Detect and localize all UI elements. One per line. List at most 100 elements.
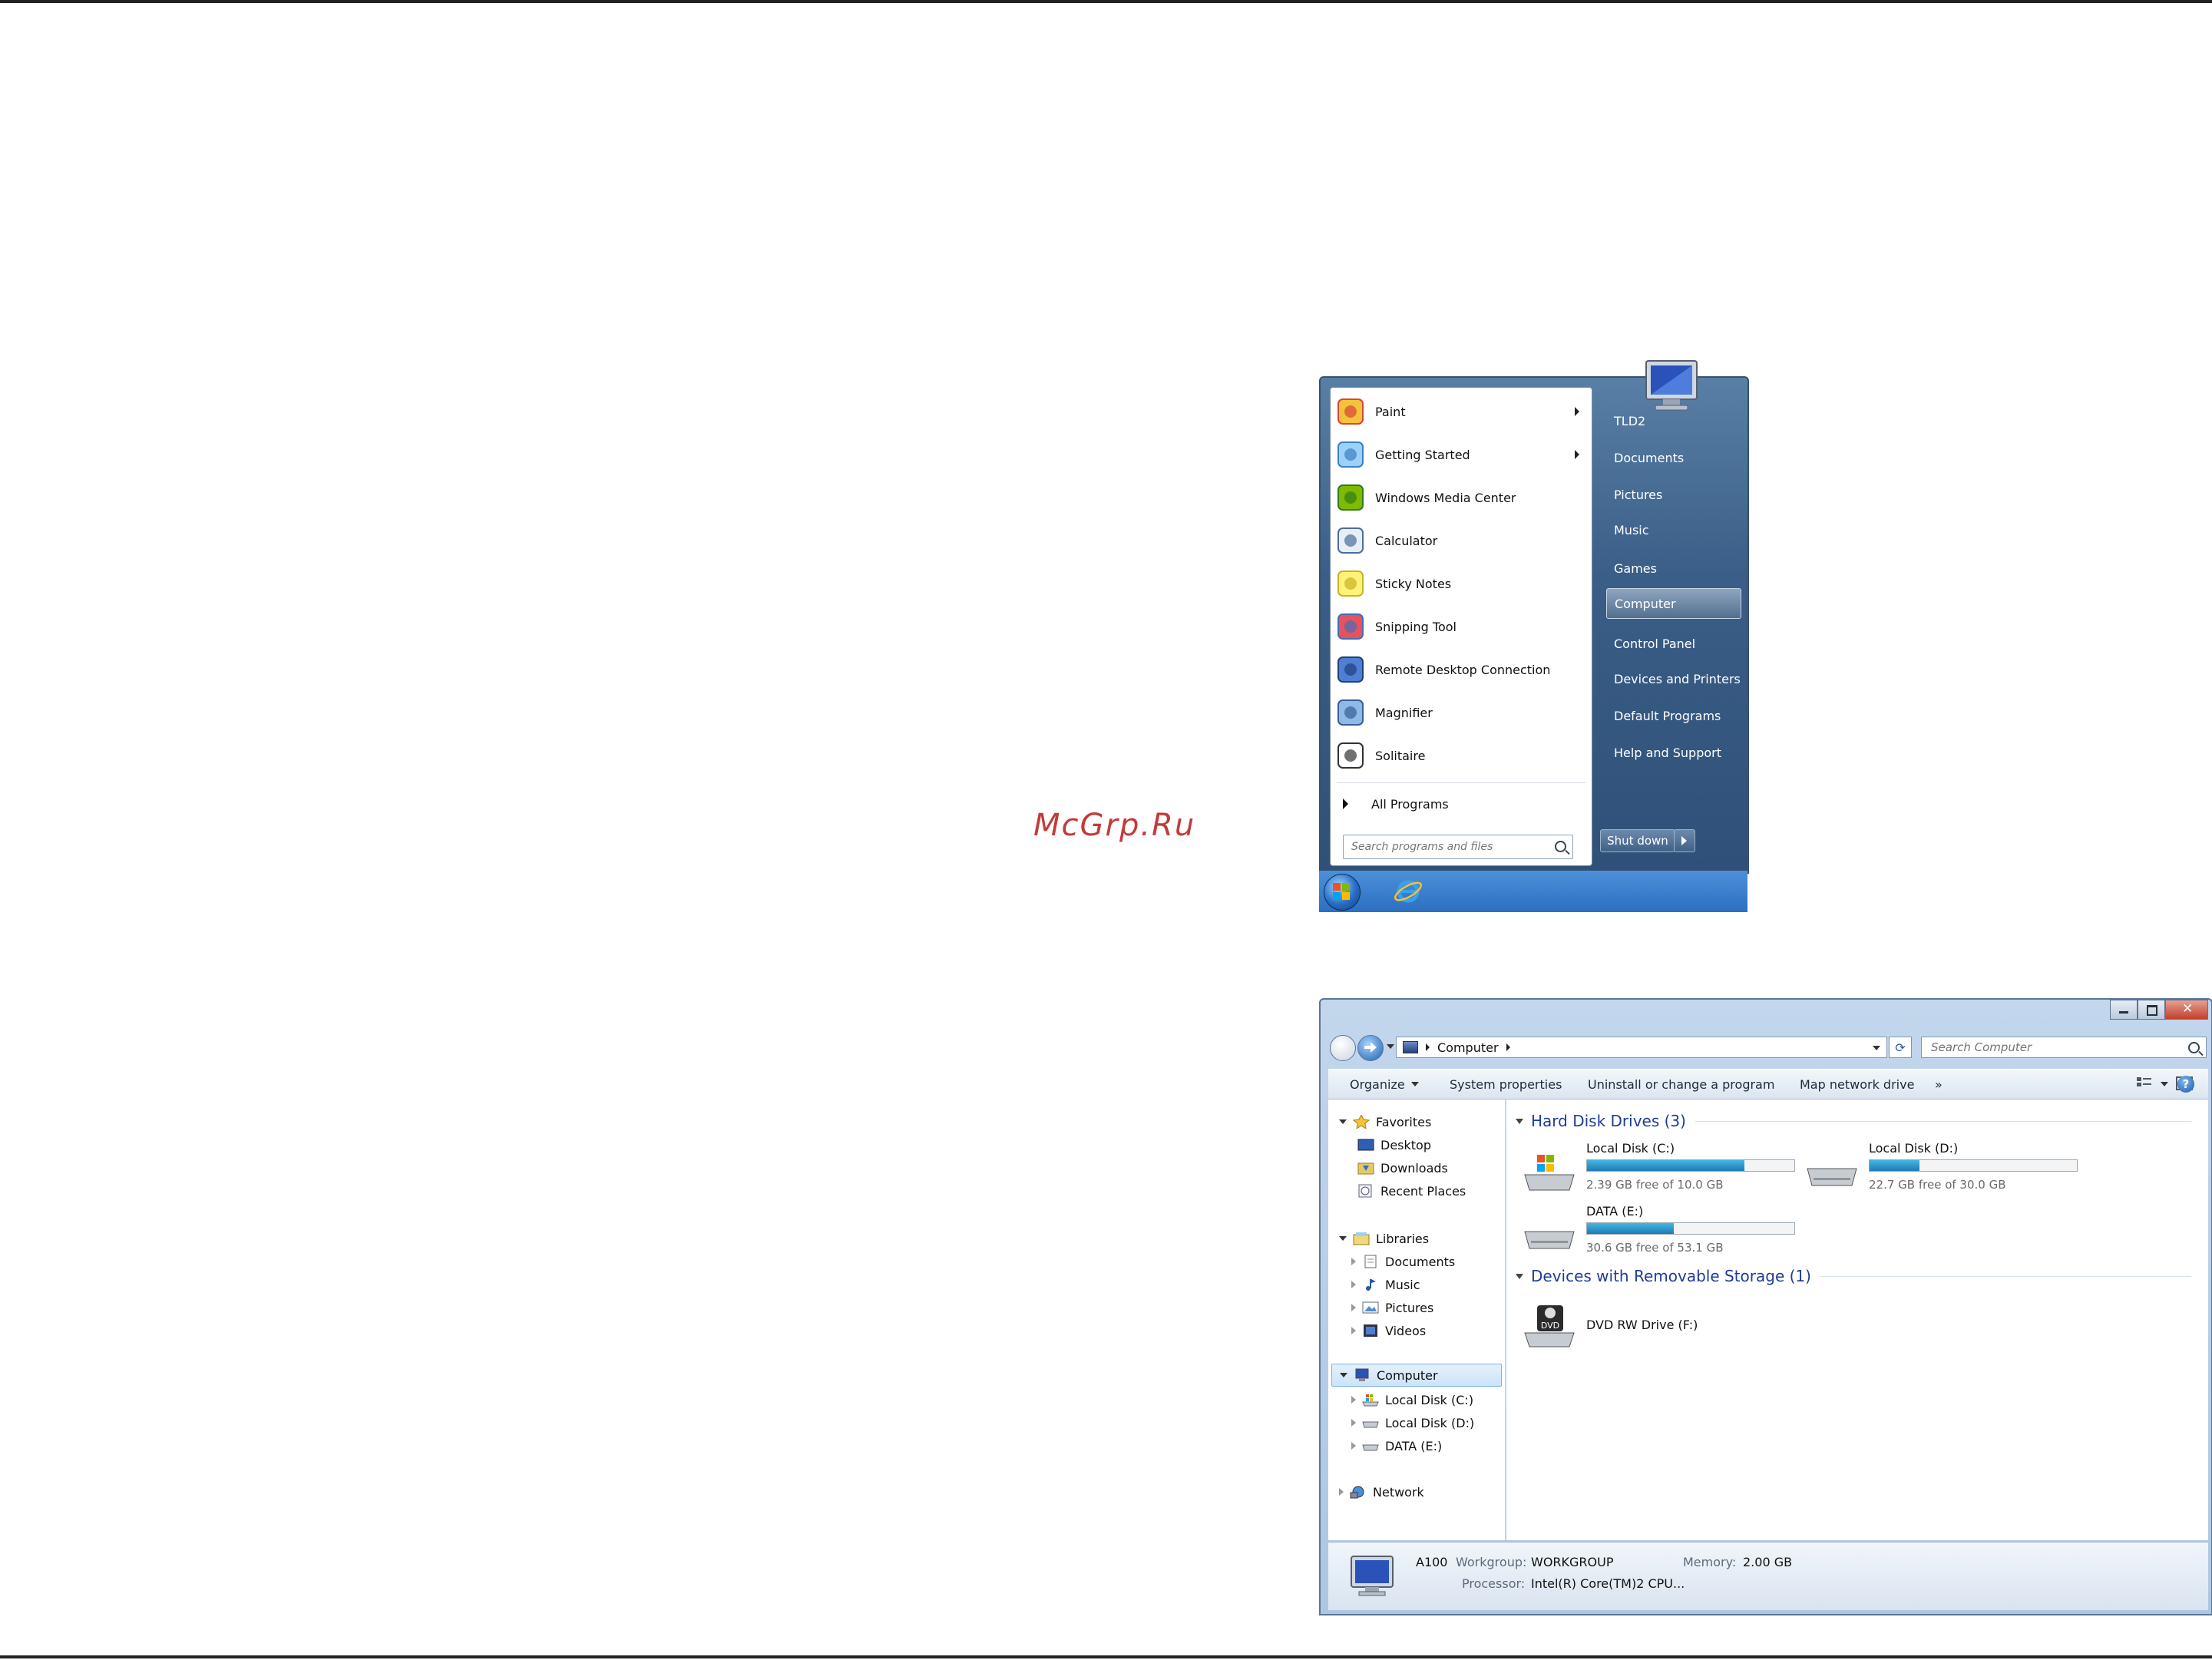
nav-music[interactable]: Music	[1351, 1273, 1420, 1296]
minimize-button[interactable]	[2110, 1000, 2138, 1020]
start-right-tld2[interactable]: TLD2	[1606, 405, 1741, 436]
back-button[interactable]	[1330, 1035, 1356, 1061]
address-computer[interactable]: Computer	[1437, 1040, 1499, 1055]
drive-item[interactable]: Local Disk (D:) 22.7 GB free of 30.0 GB	[1806, 1141, 2098, 1199]
collapsed-icon[interactable]	[1351, 1419, 1356, 1427]
nav-videos[interactable]: Videos	[1351, 1319, 1426, 1342]
start-search-box[interactable]	[1343, 835, 1573, 859]
more-commands-button[interactable]: »	[1935, 1070, 1943, 1099]
processor-label: Processor:	[1462, 1576, 1526, 1591]
shutdown-options-arrow-icon[interactable]	[1674, 829, 1695, 852]
start-item-snipping-tool[interactable]: Snipping Tool	[1331, 607, 1592, 646]
videos-icon	[1364, 1324, 1377, 1337]
drive-usage-bar	[1586, 1159, 1795, 1172]
nav-downloads[interactable]: Downloads	[1357, 1156, 1448, 1179]
search-icon[interactable]	[1555, 841, 1566, 852]
collapse-group-icon[interactable]	[1516, 1118, 1523, 1124]
drive-usage-fill	[1587, 1160, 1745, 1171]
collapsed-icon[interactable]	[1351, 1396, 1356, 1404]
start-item-calculator[interactable]: Calculator	[1331, 521, 1592, 560]
start-item-magnifier[interactable]: Magnifier	[1331, 693, 1592, 732]
start-right-computer[interactable]: Computer	[1606, 588, 1741, 619]
collapse-group-icon[interactable]	[1516, 1273, 1523, 1279]
start-item-sticky-notes[interactable]: Sticky Notes	[1331, 564, 1592, 603]
organize-button[interactable]: Organize	[1350, 1070, 1419, 1099]
help-button[interactable]: ?	[2177, 1076, 2194, 1093]
star-icon	[1353, 1115, 1370, 1129]
explorer-search-box[interactable]	[1921, 1037, 2207, 1058]
address-history-dropdown-icon[interactable]	[1873, 1046, 1880, 1050]
window-controls: ✕	[2110, 1000, 2208, 1020]
nav-computer[interactable]: Computer	[1331, 1364, 1502, 1387]
view-options-caret-icon[interactable]	[2161, 1082, 2168, 1086]
nav-local-disk-c[interactable]: Local Disk (C:)	[1351, 1388, 1473, 1411]
submenu-arrow-icon[interactable]	[1575, 407, 1579, 416]
organize-caret-icon	[1410, 1082, 1419, 1086]
start-right-documents[interactable]: Documents	[1606, 442, 1741, 473]
change-view-icon[interactable]	[2136, 1076, 2153, 1091]
collapsed-icon[interactable]	[1351, 1442, 1356, 1450]
system-properties-button[interactable]: System properties	[1450, 1070, 1562, 1099]
uninstall-program-button[interactable]: Uninstall or change a program	[1588, 1070, 1774, 1099]
dvd-badge: DVD	[1541, 1321, 1559, 1331]
shutdown-button[interactable]: Shut down	[1600, 829, 1675, 852]
recent-pages-dropdown-icon[interactable]	[1387, 1044, 1394, 1049]
address-bar[interactable]: Computer	[1396, 1037, 1887, 1058]
start-item-windows-media-center[interactable]: Windows Media Center	[1331, 478, 1592, 517]
maximize-button[interactable]	[2138, 1000, 2165, 1020]
drive-usage-bar	[1869, 1159, 2078, 1172]
start-right-music[interactable]: Music	[1606, 514, 1741, 545]
start-item-label: Solitaire	[1375, 748, 1426, 763]
nav-pictures[interactable]: Pictures	[1351, 1296, 1433, 1319]
submenu-arrow-icon[interactable]	[1575, 450, 1579, 459]
collapsed-icon[interactable]	[1351, 1258, 1356, 1265]
collapsed-icon[interactable]	[1351, 1327, 1356, 1334]
breadcrumb-arrow-icon[interactable]	[1426, 1043, 1430, 1051]
start-item-label: Paint	[1375, 404, 1406, 419]
start-item-remote-desktop-connection[interactable]: Remote Desktop Connection	[1331, 650, 1592, 689]
drive-usage-fill	[1587, 1223, 1675, 1234]
nav-documents[interactable]: Documents	[1351, 1250, 1455, 1273]
collapsed-icon[interactable]	[1351, 1281, 1356, 1288]
forward-button[interactable]	[1357, 1035, 1384, 1061]
breadcrumb-arrow-icon[interactable]	[1506, 1043, 1510, 1051]
map-network-drive-button[interactable]: Map network drive	[1800, 1070, 1914, 1099]
start-right-help-and-support[interactable]: Help and Support	[1606, 737, 1741, 768]
refresh-button[interactable]: ⟳	[1889, 1037, 1912, 1058]
internet-explorer-icon[interactable]	[1393, 877, 1423, 906]
start-item-paint[interactable]: Paint	[1331, 392, 1592, 431]
nav-data-e[interactable]: DATA (E:)	[1351, 1434, 1442, 1457]
start-right-games[interactable]: Games	[1606, 553, 1741, 584]
group-hard-disk-drives[interactable]: Hard Disk Drives (3)	[1516, 1110, 2191, 1132]
nav-recent-places[interactable]: Recent Places	[1357, 1179, 1466, 1202]
drive-item[interactable]: Local Disk (C:) 2.39 GB free of 10.0 GB	[1523, 1141, 1815, 1199]
nav-favorites[interactable]: Favorites	[1339, 1110, 1431, 1133]
group-removable-storage[interactable]: Devices with Removable Storage (1)	[1516, 1265, 2191, 1287]
start-search-input[interactable]	[1350, 840, 1545, 854]
nav-libraries[interactable]: Libraries	[1339, 1227, 1429, 1250]
collapsed-icon[interactable]	[1339, 1488, 1344, 1496]
start-right-default-programs[interactable]: Default Programs	[1606, 700, 1741, 731]
start-item-getting-started[interactable]: Getting Started	[1331, 435, 1592, 474]
start-right-control-panel[interactable]: Control Panel	[1606, 628, 1741, 659]
start-right-devices-and-printers[interactable]: Devices and Printers	[1606, 663, 1741, 694]
start-right-pictures[interactable]: Pictures	[1606, 479, 1741, 510]
dvd-drive-item[interactable]: DVD DVD RW Drive (F:)	[1523, 1298, 1815, 1356]
close-button[interactable]: ✕	[2165, 1000, 2208, 1020]
expand-icon[interactable]	[1339, 1236, 1347, 1241]
start-orb-icon[interactable]	[1324, 874, 1361, 911]
nav-network[interactable]: Network	[1339, 1480, 1424, 1503]
expand-icon[interactable]	[1340, 1373, 1347, 1377]
nav-local-disk-c-label: Local Disk (C:)	[1385, 1392, 1474, 1407]
expand-icon[interactable]	[1339, 1119, 1347, 1124]
nav-pictures-label: Pictures	[1385, 1300, 1434, 1315]
start-item-solitaire[interactable]: Solitaire	[1331, 736, 1592, 775]
nav-local-disk-d[interactable]: Local Disk (D:)	[1351, 1411, 1474, 1434]
nav-desktop[interactable]: Desktop	[1357, 1133, 1431, 1156]
nav-local-disk-d-label: Local Disk (D:)	[1385, 1415, 1475, 1430]
collapsed-icon[interactable]	[1351, 1304, 1356, 1311]
search-icon[interactable]	[2188, 1042, 2200, 1053]
all-programs-item[interactable]: All Programs	[1331, 787, 1592, 821]
drive-item[interactable]: DATA (E:) 30.6 GB free of 53.1 GB	[1523, 1204, 1815, 1262]
explorer-search-input[interactable]	[1929, 1040, 2163, 1055]
